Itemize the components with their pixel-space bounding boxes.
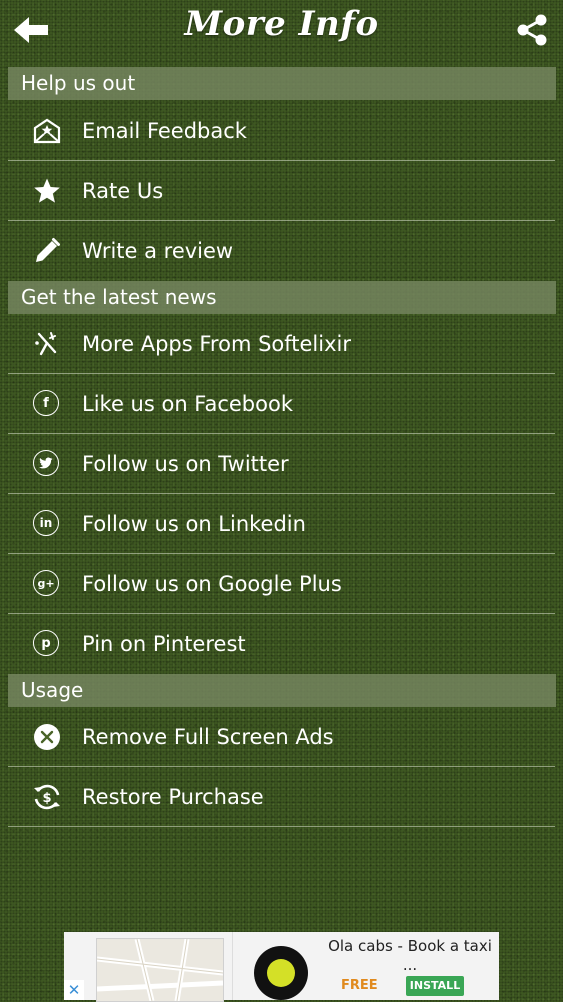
write-review-label: Write a review — [82, 239, 234, 263]
linkedin-label: Follow us on Linkedin — [82, 512, 306, 536]
google-plus-label: Follow us on Google Plus — [82, 572, 342, 596]
share-button[interactable] — [515, 13, 549, 47]
email-feedback-icon — [33, 117, 61, 145]
ad-banner[interactable]: Ola cabs - Book a taxi ... FREE INSTALL — [64, 932, 499, 1002]
page-title: More Info — [184, 4, 379, 44]
twitter-row[interactable]: Follow us on Twitter — [0, 434, 563, 494]
ad-close-icon[interactable]: ✕ — [64, 980, 84, 1000]
remove-ads-row[interactable]: Remove Full Screen Ads — [0, 707, 563, 767]
header-bar: More Info — [0, 0, 563, 62]
email-feedback-row[interactable]: Email Feedback — [0, 101, 563, 161]
pencil-icon — [33, 237, 61, 265]
google-plus-row[interactable]: g+ Follow us on Google Plus — [0, 554, 563, 614]
pinterest-row[interactable]: p Pin on Pinterest — [0, 614, 563, 674]
ad-install-button[interactable]: INSTALL — [406, 976, 464, 996]
restore-purchase-row[interactable]: $ Restore Purchase — [0, 767, 563, 827]
softelixir-icon — [33, 330, 61, 358]
ad-title: Ola cabs - Book a taxi ... — [328, 937, 492, 974]
rate-us-row[interactable]: Rate Us — [0, 161, 563, 221]
section-header-usage: Usage — [8, 674, 556, 707]
share-icon — [517, 14, 547, 46]
email-feedback-label: Email Feedback — [82, 119, 247, 143]
ad-divider — [232, 932, 233, 1000]
ad-price: FREE — [341, 978, 378, 993]
pinterest-icon: p — [33, 630, 61, 658]
write-review-row[interactable]: Write a review — [0, 221, 563, 281]
section-header-help: Help us out — [8, 67, 556, 100]
linkedin-row[interactable]: in Follow us on Linkedin — [0, 494, 563, 554]
facebook-icon: f — [33, 390, 61, 418]
svg-text:$: $ — [42, 791, 51, 806]
remove-ads-label: Remove Full Screen Ads — [82, 725, 334, 749]
facebook-row[interactable]: f Like us on Facebook — [0, 374, 563, 434]
star-icon — [33, 177, 61, 205]
ad-map-thumbnail — [96, 938, 224, 1002]
restore-purchase-label: Restore Purchase — [82, 785, 264, 809]
close-circle-icon — [33, 723, 61, 751]
pinterest-label: Pin on Pinterest — [82, 632, 246, 656]
facebook-label: Like us on Facebook — [82, 392, 293, 416]
row-divider — [8, 826, 555, 827]
more-apps-row[interactable]: More Apps From Softelixir — [0, 314, 563, 374]
twitter-icon — [33, 450, 61, 478]
google-plus-icon: g+ — [33, 570, 61, 598]
section-header-news: Get the latest news — [8, 281, 556, 314]
restore-dollar-icon: $ — [33, 783, 61, 811]
more-apps-label: More Apps From Softelixir — [82, 332, 352, 356]
linkedin-icon: in — [33, 510, 61, 538]
ola-logo-icon — [254, 946, 308, 1000]
rate-us-label: Rate Us — [82, 179, 164, 203]
twitter-label: Follow us on Twitter — [82, 452, 289, 476]
